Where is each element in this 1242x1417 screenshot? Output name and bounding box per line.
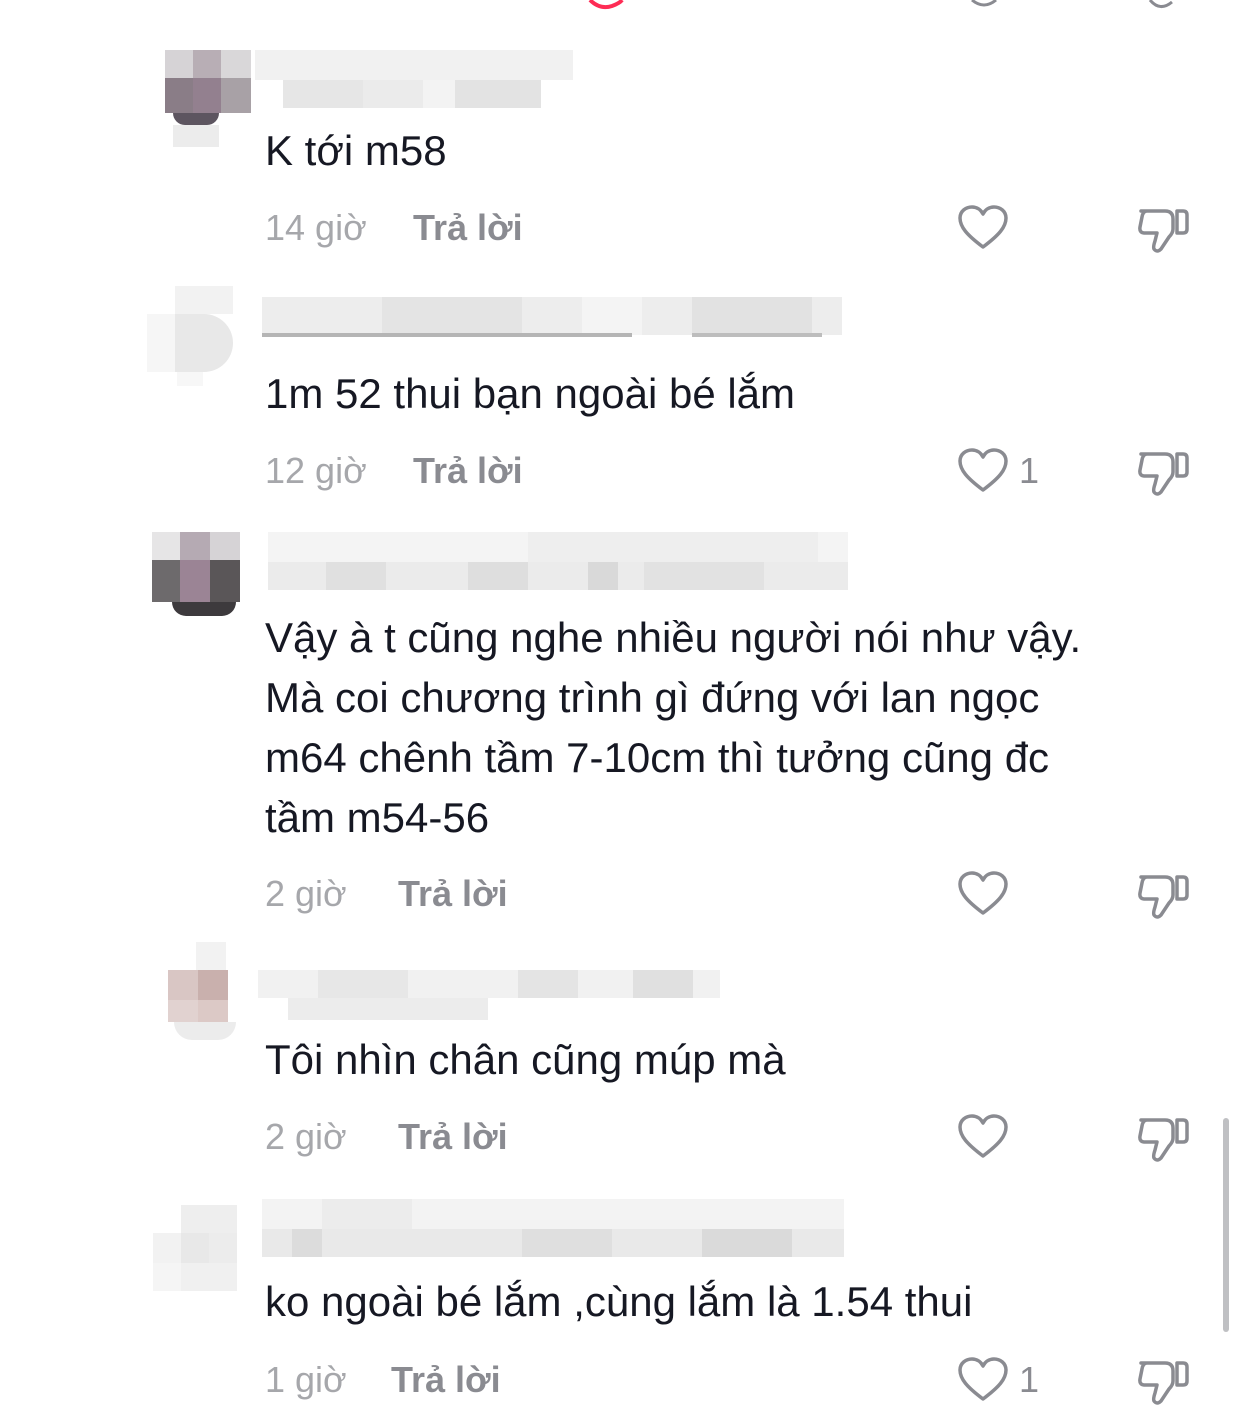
like-button[interactable] bbox=[957, 869, 1067, 919]
comment-meta: 2 giờ Trả lời bbox=[265, 869, 1225, 919]
scrollbar[interactable] bbox=[1223, 1118, 1229, 1332]
thumbs-down-icon bbox=[1138, 452, 1189, 496]
dislike-button[interactable] bbox=[1135, 446, 1191, 496]
like-button[interactable] bbox=[957, 1112, 1067, 1162]
comment-meta: 1 giờ Trả lời 1 bbox=[265, 1355, 1225, 1405]
username-blurred[interactable] bbox=[262, 1199, 844, 1257]
thumbs-down-icon bbox=[1138, 1361, 1189, 1405]
comment-text: Tôi nhìn chân cũng múp mà bbox=[265, 1036, 786, 1083]
dislike-button[interactable] bbox=[1135, 1112, 1191, 1162]
comment-time: 14 giờ bbox=[265, 207, 367, 248]
heart-outline-icon bbox=[958, 871, 1008, 915]
username-blurred[interactable] bbox=[258, 970, 720, 1020]
reply-button[interactable]: Trả lời bbox=[398, 1112, 508, 1162]
heart-outline-icon bbox=[958, 448, 1008, 492]
thumbs-down-icon bbox=[1138, 875, 1189, 919]
thumbs-down-icon bbox=[1138, 209, 1189, 253]
comment-meta: 12 giờ Trả lời 1 bbox=[265, 446, 1225, 496]
comment-meta: 2 giờ Trả lời bbox=[265, 1112, 1225, 1162]
comment-text: ko ngoài bé lắm ,cùng lắm là 1.54 thui bbox=[265, 1278, 973, 1325]
like-button[interactable]: 1 bbox=[957, 446, 1067, 496]
comment-time: 12 giờ bbox=[265, 450, 367, 491]
reply-button[interactable]: Trả lời bbox=[413, 446, 523, 496]
comment-time: 2 giờ bbox=[265, 873, 347, 914]
comment-meta: 14 giờ Trả lời bbox=[265, 203, 1225, 253]
reply-button[interactable]: Trả lời bbox=[391, 1355, 501, 1405]
avatar[interactable] bbox=[152, 532, 240, 616]
username-blurred[interactable] bbox=[262, 297, 842, 339]
username-blurred[interactable] bbox=[255, 50, 573, 108]
avatar[interactable] bbox=[153, 1205, 237, 1291]
dislike-button[interactable] bbox=[1135, 869, 1191, 919]
reply-button[interactable]: Trả lời bbox=[413, 203, 523, 253]
comment-time: 2 giờ bbox=[265, 1116, 347, 1157]
heart-outline-icon bbox=[958, 205, 1008, 249]
username-blurred[interactable] bbox=[268, 532, 848, 590]
like-button[interactable]: 1 bbox=[957, 1355, 1067, 1405]
avatar[interactable] bbox=[168, 942, 254, 1042]
comment-text: Vậy à t cũng nghe nhiều người nói như vậ… bbox=[265, 614, 1082, 841]
comment-text: K tới m58 bbox=[265, 127, 447, 174]
thumbs-down-icon bbox=[1138, 1118, 1189, 1162]
cutoff-icons bbox=[588, 0, 1173, 10]
heart-outline-icon bbox=[958, 1357, 1008, 1401]
comment-time: 1 giờ bbox=[265, 1359, 347, 1400]
avatar[interactable] bbox=[147, 286, 239, 386]
dislike-button[interactable] bbox=[1135, 203, 1191, 253]
avatar[interactable] bbox=[165, 50, 255, 148]
comment-text: 1m 52 thui bạn ngoài bé lắm bbox=[265, 370, 796, 417]
heart-outline-icon bbox=[958, 1114, 1008, 1158]
like-count: 1 bbox=[1019, 1359, 1040, 1400]
like-button[interactable] bbox=[957, 203, 1067, 253]
dislike-button[interactable] bbox=[1135, 1355, 1191, 1405]
previous-comment-cutoff bbox=[0, 0, 1242, 14]
reply-button[interactable]: Trả lời bbox=[398, 869, 508, 919]
like-count: 1 bbox=[1019, 450, 1040, 491]
